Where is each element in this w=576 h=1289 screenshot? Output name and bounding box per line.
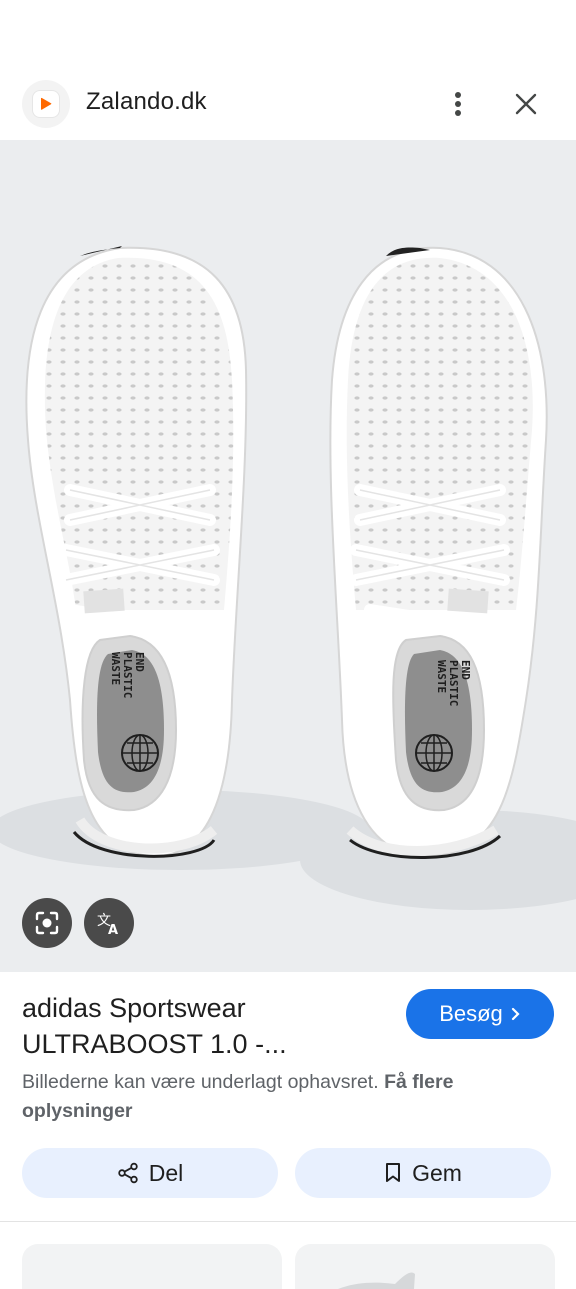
site-favicon[interactable] [22, 80, 70, 128]
related-thumbnail [338, 1272, 415, 1289]
copyright-notice: Billederne kan være underlagt ophavsret.… [22, 1071, 454, 1122]
right-shoe: END PLASTIC WASTE [329, 246, 548, 859]
translate-icon: 文 A [97, 913, 118, 937]
product-image[interactable]: END PLASTIC WASTE END PLASTIC WASTE 文 A [0, 140, 576, 972]
lens-icon [35, 911, 59, 935]
close-icon[interactable] [506, 84, 546, 124]
translate-button[interactable]: 文 A [84, 898, 134, 948]
section-divider [0, 1221, 576, 1222]
related-image-card[interactable] [22, 1244, 282, 1289]
source-header: Zalando.dk [0, 70, 576, 138]
save-button[interactable]: Gem [295, 1148, 551, 1198]
related-image-card[interactable] [295, 1244, 555, 1289]
share-icon [118, 1162, 138, 1184]
chevron-right-icon [511, 1007, 520, 1021]
left-shoe: END PLASTIC WASTE [25, 246, 248, 858]
save-label: Gem [412, 1159, 462, 1186]
zalando-logo-icon [33, 91, 59, 117]
visit-button[interactable]: Besøg [406, 989, 554, 1039]
bookmark-icon [386, 1163, 401, 1182]
lens-search-button[interactable] [22, 898, 72, 948]
product-title[interactable]: adidas Sportswear ULTRABOOST 1.0 -... [22, 990, 382, 1062]
site-name[interactable]: Zalando.dk [86, 88, 207, 116]
visit-label: Besøg [439, 1001, 503, 1026]
sneakers-illustration: END PLASTIC WASTE END PLASTIC WASTE [0, 246, 576, 910]
svg-text:A: A [108, 923, 118, 937]
share-button[interactable]: Del [22, 1148, 278, 1198]
share-label: Del [148, 1159, 184, 1186]
more-options-icon[interactable] [440, 84, 476, 124]
